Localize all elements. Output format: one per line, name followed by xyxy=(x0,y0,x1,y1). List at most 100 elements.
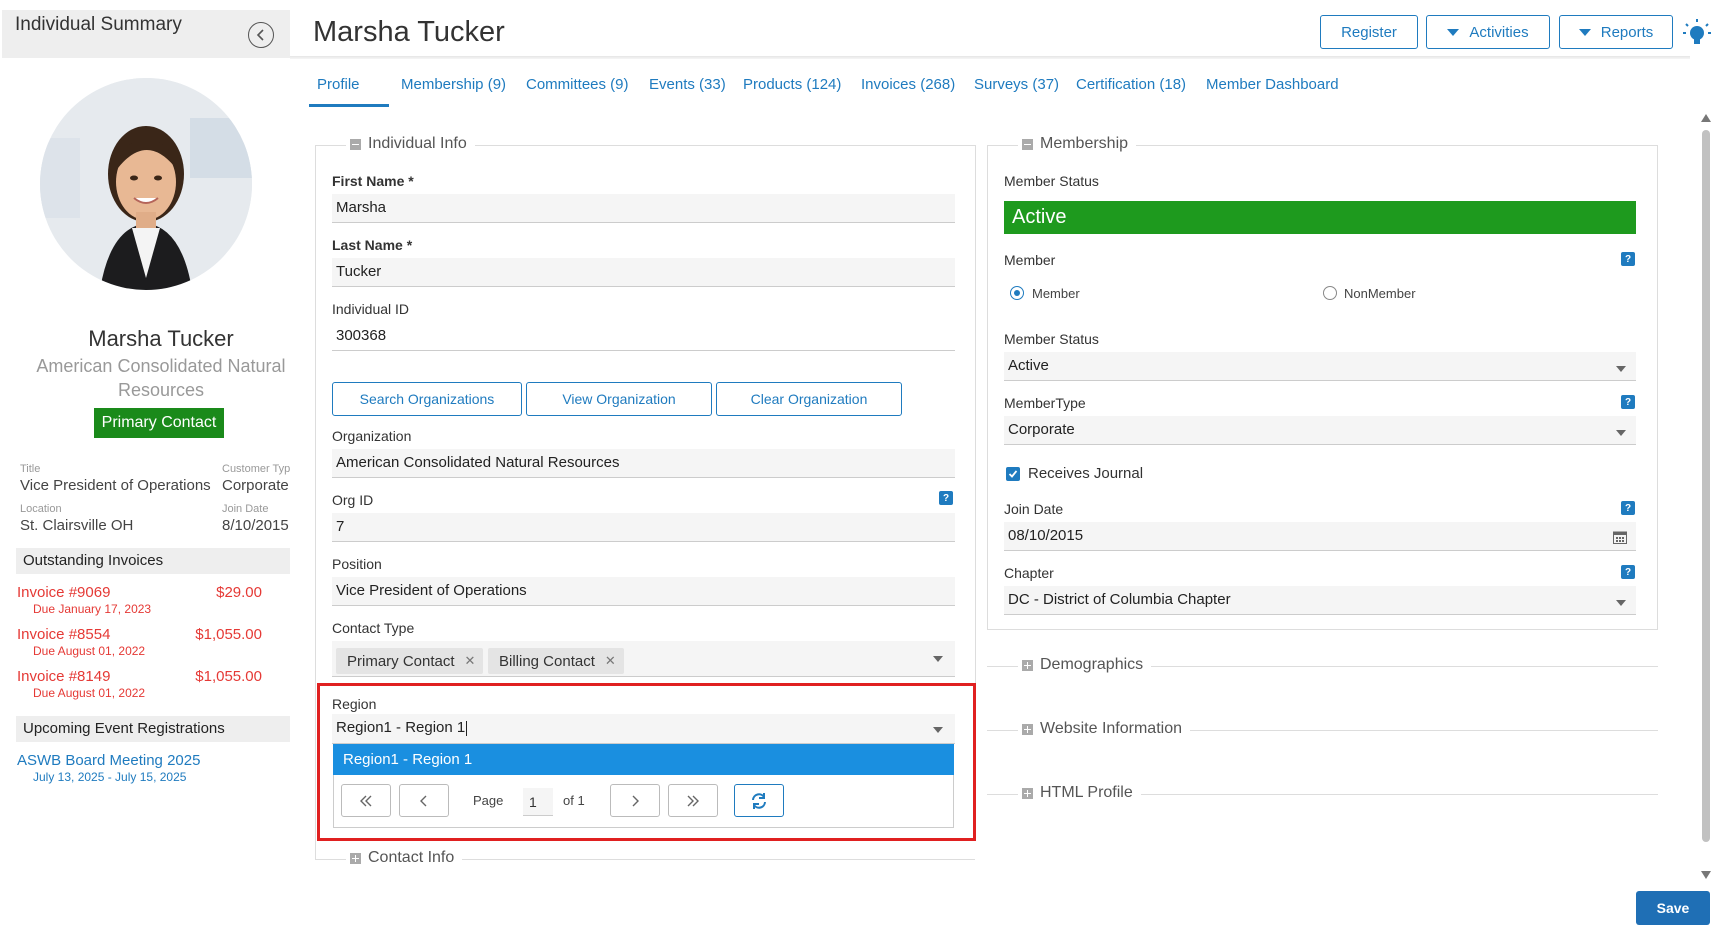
reports-label: Reports xyxy=(1600,23,1654,41)
fieldset-border-right xyxy=(975,145,976,685)
membership-title: Membership xyxy=(1040,135,1129,152)
tab-products[interactable]: Products (124) xyxy=(743,76,841,93)
caret-down-icon xyxy=(1578,28,1591,36)
tab-invoices[interactable]: Invoices (268) xyxy=(861,76,955,93)
contact-name: Marsha Tucker xyxy=(88,326,234,351)
remove-chip-icon[interactable]: ✕ xyxy=(465,653,476,669)
individual-id-field: 300368 xyxy=(332,322,955,351)
chevron-down-icon[interactable] xyxy=(1616,366,1626,372)
region-option[interactable]: Region1 - Region 1 xyxy=(333,744,954,775)
member-type-label: MemberType xyxy=(1004,395,1086,411)
region-combobox[interactable]: Region1 - Region 1 xyxy=(332,714,955,744)
org-id-field[interactable]: 7 xyxy=(332,513,955,542)
help-icon[interactable]: ? xyxy=(1621,252,1635,266)
refresh-icon xyxy=(752,792,766,809)
website-information-legend[interactable]: Website Information xyxy=(1018,720,1190,738)
activities-button[interactable]: Activities xyxy=(1426,15,1550,49)
membership-legend[interactable]: Membership xyxy=(1018,135,1137,153)
lightbulb-icon[interactable] xyxy=(1682,18,1712,51)
help-icon[interactable]: ? xyxy=(1621,565,1635,579)
first-page-button[interactable] xyxy=(341,784,391,817)
help-icon[interactable]: ? xyxy=(1621,395,1635,409)
receives-journal-checkbox[interactable] xyxy=(1006,467,1020,481)
last-page-button[interactable] xyxy=(668,784,718,817)
nonmember-radio[interactable] xyxy=(1323,286,1337,300)
chevron-down-icon[interactable] xyxy=(1616,600,1626,606)
chevron-left-icon xyxy=(420,795,427,806)
refresh-button[interactable] xyxy=(734,784,784,817)
next-page-button[interactable] xyxy=(610,784,660,817)
scroll-down-icon[interactable] xyxy=(1701,871,1711,879)
event-link[interactable]: ASWB Board Meeting 2025 xyxy=(17,752,200,769)
chip-label: Primary Contact xyxy=(347,652,455,670)
tab-certification[interactable]: Certification (18) xyxy=(1076,76,1186,93)
chevron-right-icon xyxy=(632,795,639,806)
search-organizations-button[interactable]: Search Organizations xyxy=(332,382,522,416)
location-label: Location xyxy=(20,503,62,515)
chip-label: Billing Contact xyxy=(499,652,595,670)
title-label: Title xyxy=(20,463,41,475)
scrollbar-thumb[interactable] xyxy=(1702,130,1710,842)
scroll-up-icon[interactable] xyxy=(1701,114,1711,122)
invoice-due-date: Due August 01, 2022 xyxy=(33,644,146,658)
customer-type-value: Corporate xyxy=(222,477,289,494)
calendar-icon[interactable] xyxy=(1613,530,1627,547)
active-tab-indicator xyxy=(309,104,389,107)
demographics-title: Demographics xyxy=(1040,656,1144,673)
organization-label: Organization xyxy=(332,428,412,444)
last-name-field[interactable]: Tucker xyxy=(332,258,955,287)
chevron-down-icon[interactable] xyxy=(933,656,943,662)
expand-icon xyxy=(350,852,361,864)
invoice-amount: $29.00 xyxy=(216,584,262,601)
chapter-select[interactable]: DC - District of Columbia Chapter xyxy=(1004,586,1636,615)
member-status-select[interactable]: Active xyxy=(1004,352,1636,381)
contact-info-legend[interactable]: Contact Info xyxy=(346,849,463,867)
collapse-sidebar-button[interactable] xyxy=(248,22,274,48)
demographics-legend[interactable]: Demographics xyxy=(1018,656,1152,674)
remove-chip-icon[interactable]: ✕ xyxy=(605,653,616,669)
contact-organization: American Consolidated Natural Resources xyxy=(36,356,286,400)
expand-icon xyxy=(1022,659,1033,671)
tab-surveys[interactable]: Surveys (37) xyxy=(974,76,1059,93)
invoice-due-date: Due January 17, 2023 xyxy=(33,602,152,616)
individual-info-legend[interactable]: Individual Info xyxy=(346,135,475,153)
invoice-link[interactable]: Invoice #9069 xyxy=(17,584,110,601)
tab-committees[interactable]: Committees (9) xyxy=(526,76,629,93)
title-value: Vice President of Operations xyxy=(20,477,211,494)
tab-profile[interactable]: Profile xyxy=(317,76,360,93)
expand-icon xyxy=(1022,723,1033,735)
save-button[interactable]: Save xyxy=(1636,891,1710,925)
pager-page-input[interactable]: 1 xyxy=(523,788,553,816)
event-dates: July 13, 2025 - July 15, 2025 xyxy=(33,770,187,784)
tab-membership[interactable]: Membership (9) xyxy=(401,76,506,93)
invoice-link[interactable]: Invoice #8554 xyxy=(17,626,110,643)
chevron-down-icon[interactable] xyxy=(933,727,943,733)
pager-of-label: of 1 xyxy=(563,793,585,808)
chevron-down-icon[interactable] xyxy=(1616,430,1626,436)
invoice-link[interactable]: Invoice #8149 xyxy=(17,668,110,685)
organization-field[interactable]: American Consolidated Natural Resources xyxy=(332,449,955,478)
register-button[interactable]: Register xyxy=(1320,15,1418,49)
clear-organization-button[interactable]: Clear Organization xyxy=(716,382,902,416)
chapter-label: Chapter xyxy=(1004,565,1054,581)
first-name-field[interactable]: Marsha xyxy=(332,194,955,223)
expand-icon xyxy=(1022,787,1033,799)
view-organization-button[interactable]: View Organization xyxy=(526,382,712,416)
help-icon[interactable]: ? xyxy=(1621,501,1635,515)
prev-page-button[interactable] xyxy=(399,784,449,817)
member-type-select[interactable]: Corporate xyxy=(1004,416,1636,445)
double-chevron-right-icon xyxy=(687,795,699,806)
invoice-amount: $1,055.00 xyxy=(195,626,262,643)
position-label: Position xyxy=(332,556,382,572)
position-field[interactable]: Vice President of Operations xyxy=(332,577,955,606)
help-icon[interactable]: ? xyxy=(939,491,953,505)
join-date-input[interactable]: 08/10/2015 xyxy=(1004,522,1636,551)
tab-events[interactable]: Events (33) xyxy=(649,76,726,93)
member-radio[interactable] xyxy=(1010,286,1024,300)
tab-member-dashboard[interactable]: Member Dashboard xyxy=(1206,76,1339,93)
join-date-value: 8/10/2015 xyxy=(222,517,289,534)
reports-button[interactable]: Reports xyxy=(1559,15,1673,49)
member-status-label: Member Status xyxy=(1004,173,1099,189)
membership-border-bottom xyxy=(987,629,1658,630)
html-profile-legend[interactable]: HTML Profile xyxy=(1018,784,1141,802)
